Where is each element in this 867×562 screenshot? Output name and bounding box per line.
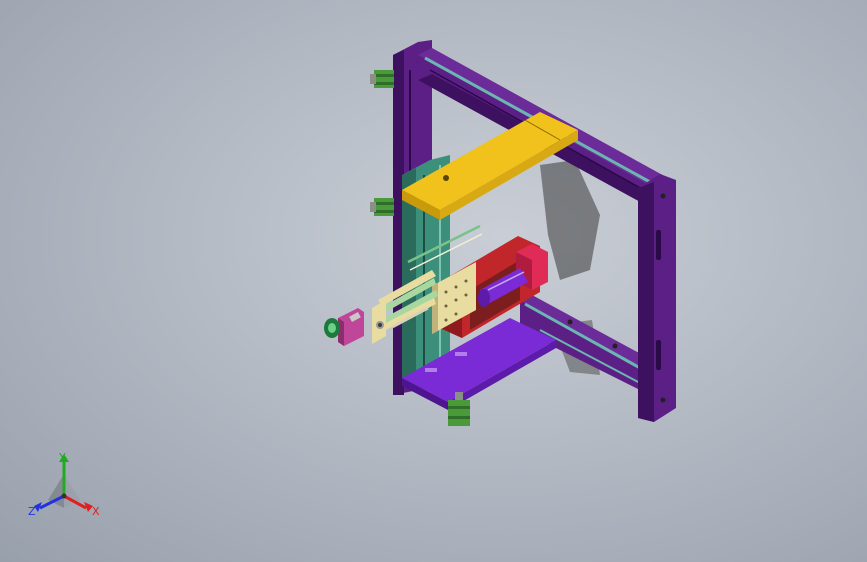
end-bracket[interactable] [372, 300, 386, 344]
right-vertical-post[interactable] [638, 174, 676, 422]
side-stepper-motor[interactable] [324, 308, 364, 346]
left-motor-top[interactable] [370, 70, 394, 88]
triad-origin [61, 493, 67, 499]
view-orientation-triad[interactable]: Y X Z [22, 448, 106, 524]
left-motor-middle[interactable] [370, 198, 394, 216]
cad-model-assembly[interactable] [0, 0, 867, 562]
y-axis-label: Y [59, 451, 66, 464]
z-axis-label: Z [28, 505, 36, 518]
x-axis-label: X [92, 505, 100, 518]
cad-viewport[interactable]: Y X Z [0, 0, 867, 562]
